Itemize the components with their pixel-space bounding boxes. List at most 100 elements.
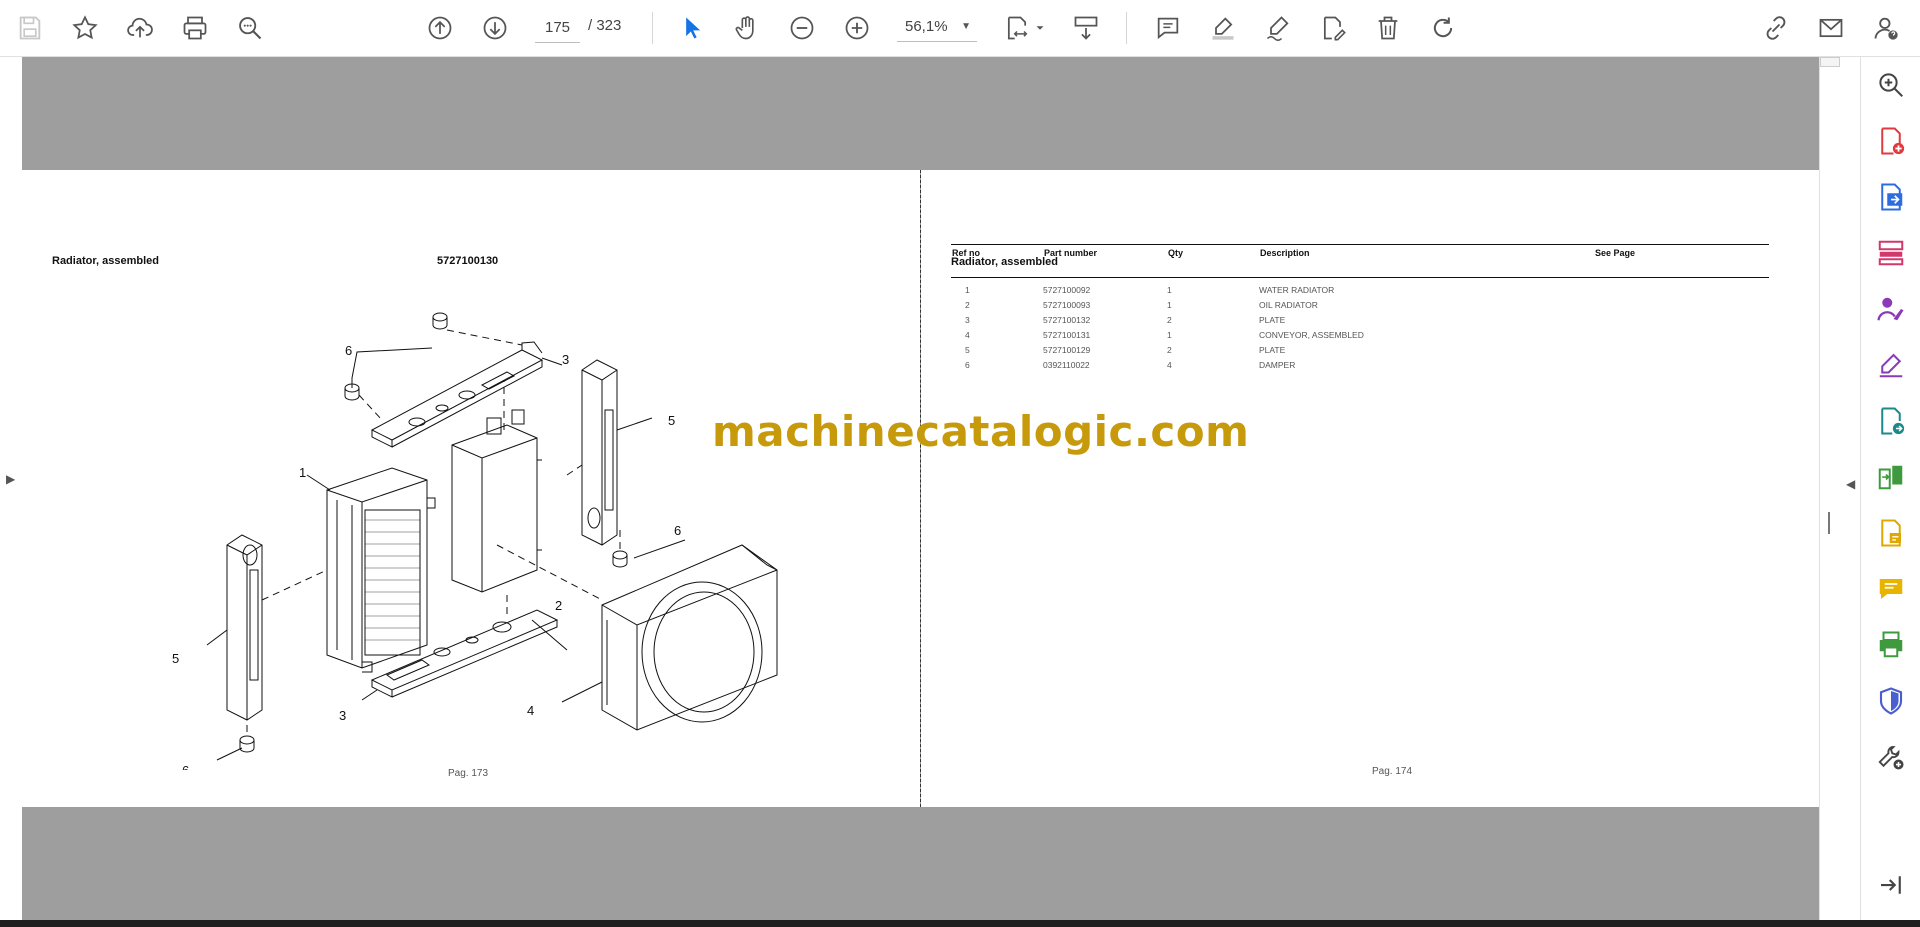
page-fit-dropdown-icon[interactable] <box>1025 8 1055 48</box>
cell-part-number: 5727100092 <box>1043 284 1091 295</box>
cell-qty: 2 <box>1167 314 1172 325</box>
cell-see-page <box>1594 357 1769 372</box>
cell-qty: 1 <box>1167 299 1172 310</box>
callout-3: 3 <box>339 708 346 723</box>
scrollbar-thumb[interactable] <box>1820 57 1840 67</box>
page-173: Radiator, assembled 5727100130 6 3 5 1 6… <box>22 170 920 807</box>
collapse-panel-icon[interactable] <box>1873 867 1909 903</box>
search-zoom-icon[interactable] <box>230 8 270 48</box>
rotate-icon[interactable] <box>1423 8 1463 48</box>
parts-table-header: Ref no Part number Qty Description See P… <box>951 244 1769 278</box>
account-help-icon[interactable] <box>1866 8 1906 48</box>
callout-1: 1 <box>299 465 306 480</box>
zoom-search-icon[interactable] <box>1873 67 1909 103</box>
organize-pages-icon[interactable] <box>1873 235 1909 271</box>
cell-see-page <box>1594 278 1769 298</box>
col-see-page: See Page <box>1594 244 1769 278</box>
cell-see-page <box>1594 342 1769 357</box>
scroll-mode-icon[interactable] <box>1066 8 1106 48</box>
cell-qty: 1 <box>1167 329 1172 340</box>
cell-ref: 3 <box>965 314 970 325</box>
col-ref-no: Ref no <box>951 244 1043 278</box>
cell-see-page <box>1594 312 1769 327</box>
callout-3: 3 <box>562 352 569 367</box>
cell-ref: 5 <box>965 344 970 355</box>
save-icon[interactable] <box>10 8 50 48</box>
left-page-part-number: 5727100130 <box>437 255 499 267</box>
table-row: 2 5727100093 1 OIL RADIATOR <box>951 297 1769 312</box>
side-plate-left-5 <box>226 534 263 721</box>
fan-conveyor-4 <box>601 544 778 731</box>
zoom-in-icon[interactable] <box>837 8 877 48</box>
upload-cloud-icon[interactable] <box>120 8 160 48</box>
col-qty: Qty <box>1167 244 1259 278</box>
share-link-icon[interactable] <box>1756 8 1796 48</box>
expand-left-panel-icon[interactable]: ▶ <box>6 472 15 486</box>
top-toolbar: 175 / 323 56,1% ▼ <box>0 0 1920 57</box>
scan-ocr-icon[interactable] <box>1873 515 1909 551</box>
collapse-right-panel-icon[interactable]: ◀ <box>1846 477 1855 491</box>
oil-radiator-2 <box>451 409 542 593</box>
document-viewport[interactable]: Radiator, assembled 5727100130 6 3 5 1 6… <box>22 57 1819 920</box>
select-cursor-icon[interactable] <box>672 8 712 48</box>
request-signature-icon[interactable] <box>1873 291 1909 327</box>
cell-qty: 2 <box>1167 344 1172 355</box>
comment-icon[interactable] <box>1148 8 1188 48</box>
cell-description: PLATE <box>1259 314 1286 325</box>
top-plate-3 <box>370 349 544 441</box>
page-number-input[interactable]: 175 <box>535 12 580 43</box>
print-production-icon[interactable] <box>1873 627 1909 663</box>
page-down-icon[interactable] <box>475 8 515 48</box>
cell-part-number: 5727100132 <box>1043 314 1091 325</box>
cell-ref: 1 <box>965 284 970 295</box>
create-pdf-icon[interactable] <box>1873 123 1909 159</box>
cell-part-number: 5727100131 <box>1043 329 1091 340</box>
taskbar-strip <box>0 920 1920 927</box>
table-row: 4 5727100131 1 CONVEYOR, ASSEMBLED <box>951 327 1769 342</box>
watermark-text: machinecatalogic.com <box>712 407 1250 456</box>
export-pdf-icon[interactable] <box>1873 179 1909 215</box>
highlight-icon[interactable] <box>1203 8 1243 48</box>
callout-4: 4 <box>527 703 534 718</box>
cell-description: DAMPER <box>1259 359 1296 370</box>
page-total-label: / 323 <box>588 17 622 34</box>
callout-5: 5 <box>172 651 179 666</box>
exploded-diagram: 6 3 5 1 6 2 5 3 4 6 <box>172 312 778 770</box>
comment-tool-icon[interactable] <box>1873 571 1909 607</box>
cell-description: OIL RADIATOR <box>1259 299 1318 310</box>
bookmark-star-icon[interactable] <box>65 8 105 48</box>
callout-6: 6 <box>674 523 681 538</box>
side-plate-right-5 <box>581 359 618 546</box>
toolbar-divider <box>1126 12 1127 44</box>
bottom-plate-3 <box>370 609 559 698</box>
scroll-position-marker <box>1828 512 1830 534</box>
zoom-value: 56,1% <box>905 18 948 35</box>
vertical-scrollbar[interactable]: ◀ <box>1819 57 1860 920</box>
chevron-down-icon: ▼ <box>961 21 971 32</box>
compare-files-icon[interactable] <box>1873 459 1909 495</box>
email-icon[interactable] <box>1811 8 1851 48</box>
damper-top-a <box>432 312 448 330</box>
parts-table: Ref no Part number Qty Description See P… <box>951 244 1769 372</box>
cell-ref: 6 <box>965 359 970 370</box>
protect-shield-icon[interactable] <box>1873 683 1909 719</box>
draw-sign-icon[interactable] <box>1258 8 1298 48</box>
fill-sign-icon[interactable] <box>1873 347 1909 383</box>
send-for-review-icon[interactable] <box>1873 403 1909 439</box>
right-tools-panel <box>1860 57 1920 920</box>
left-page-footer: Pag. 173 <box>448 768 489 779</box>
zoom-level-select[interactable]: 56,1% ▼ <box>897 12 977 42</box>
cell-part-number: 5727100093 <box>1043 299 1091 310</box>
delete-icon[interactable] <box>1368 8 1408 48</box>
print-icon[interactable] <box>175 8 215 48</box>
more-tools-icon[interactable] <box>1873 739 1909 775</box>
right-page-footer: Pag. 174 <box>1372 766 1413 777</box>
left-panel-strip: ▶ <box>0 57 23 920</box>
zoom-out-icon[interactable] <box>782 8 822 48</box>
hand-pan-icon[interactable] <box>727 8 767 48</box>
edit-pdf-icon[interactable] <box>1313 8 1353 48</box>
callout-5: 5 <box>668 413 675 428</box>
page-up-icon[interactable] <box>420 8 460 48</box>
cell-see-page <box>1594 297 1769 312</box>
cell-part-number: 5727100129 <box>1043 344 1091 355</box>
